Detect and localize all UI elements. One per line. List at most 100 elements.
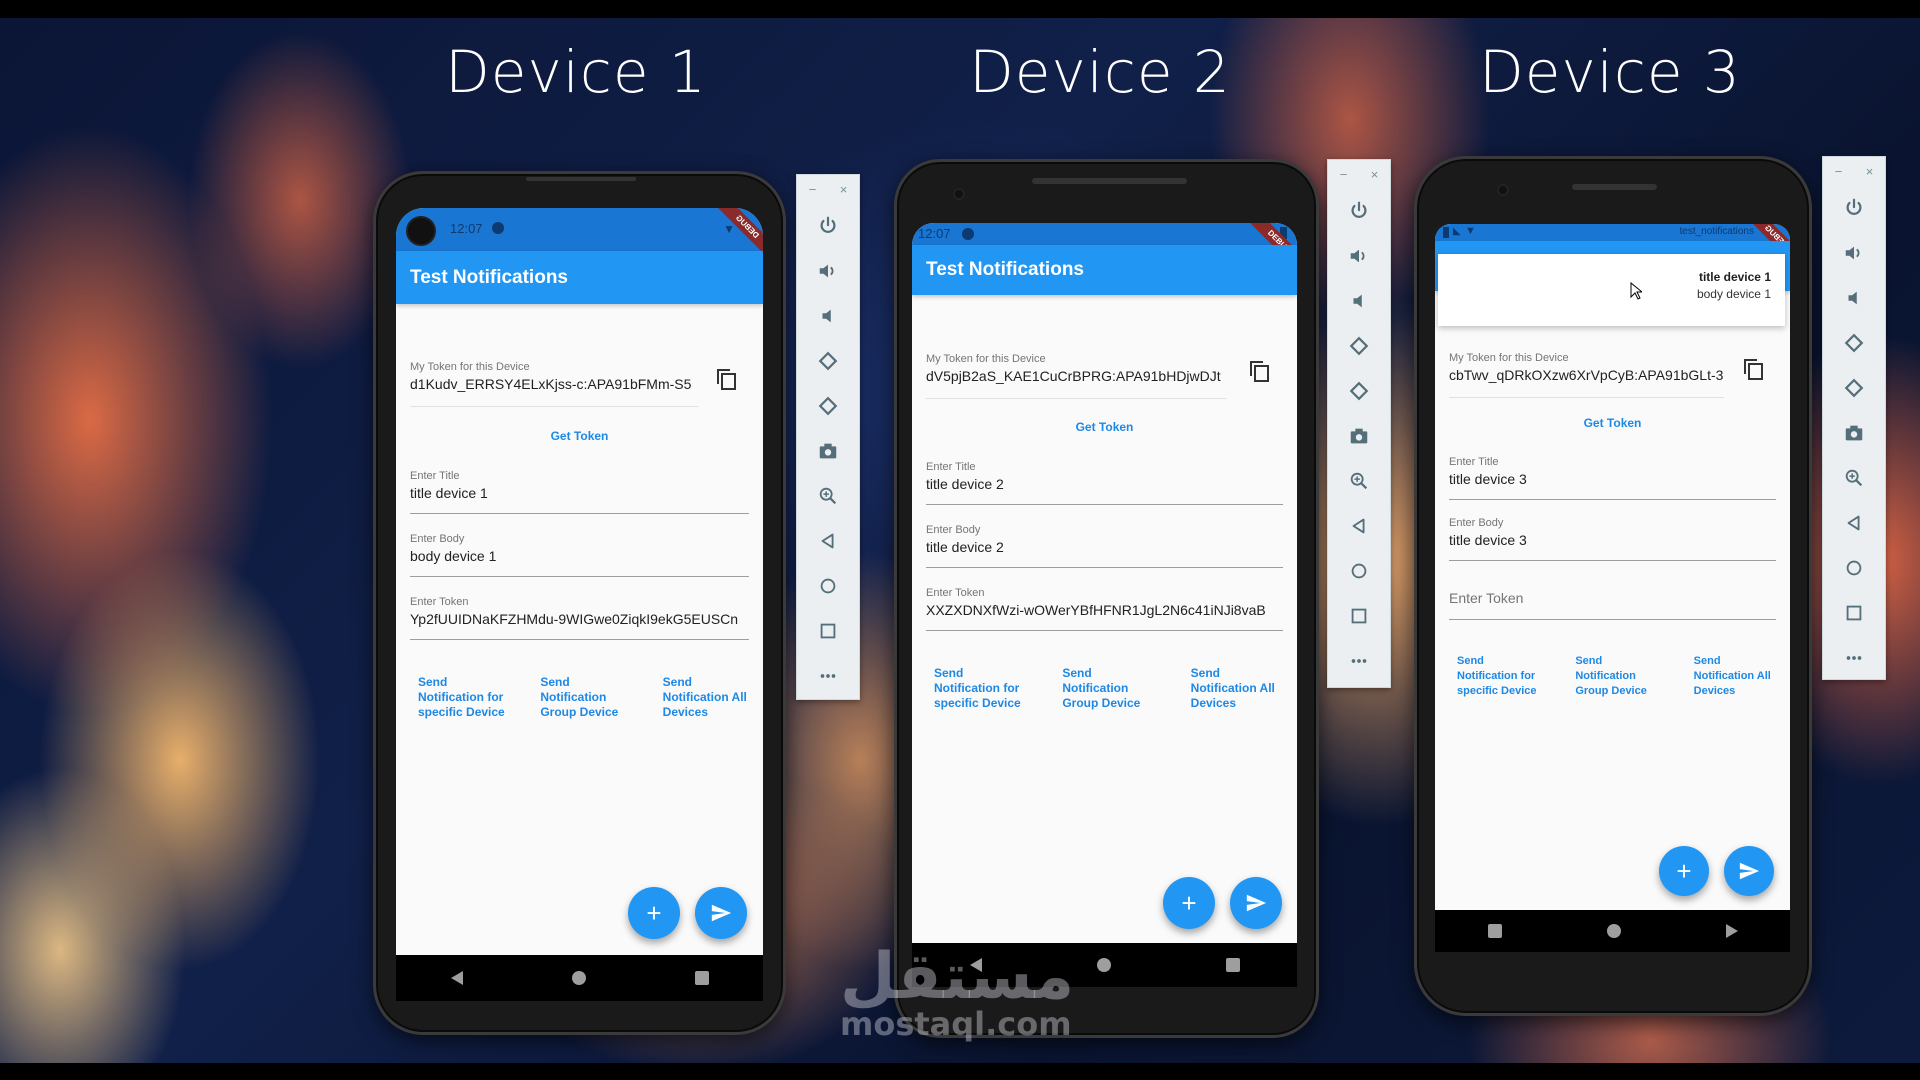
title-input[interactable]: Enter Title title device 1 bbox=[410, 470, 749, 514]
signal-icon: ◣ bbox=[1453, 226, 1461, 237]
send-fab[interactable] bbox=[1724, 846, 1774, 896]
volume-down-icon bbox=[1848, 291, 1857, 304]
minimize-button[interactable]: − bbox=[1835, 164, 1843, 179]
body-input[interactable]: Enter Body body device 1 bbox=[410, 533, 749, 577]
overview-button[interactable] bbox=[1328, 593, 1390, 638]
overview-button[interactable] bbox=[797, 608, 859, 653]
status-app-name: test_notifications bbox=[1679, 226, 1755, 237]
close-button[interactable]: × bbox=[840, 182, 848, 197]
back-icon bbox=[1847, 515, 1860, 530]
heads-up-notification[interactable]: title device 1 body device 1 bbox=[1438, 254, 1785, 326]
nav-back-button[interactable] bbox=[1725, 924, 1738, 938]
token-input[interactable]: Enter Token XXZXDNXfWzi-wOWerYBfHFNR1JgL… bbox=[926, 587, 1283, 631]
rotate-left-button[interactable] bbox=[1823, 320, 1885, 365]
device-1-heading: Device 1 bbox=[445, 38, 707, 106]
nav-recents-button[interactable] bbox=[1487, 924, 1502, 938]
device-3-emulator-toolbar: − × bbox=[1822, 156, 1886, 680]
rotate-right-button[interactable] bbox=[1328, 368, 1390, 413]
get-token-button[interactable]: Get Token bbox=[912, 420, 1297, 434]
add-fab[interactable]: + bbox=[1659, 846, 1709, 896]
home-button[interactable] bbox=[1328, 548, 1390, 593]
nav-home-button[interactable] bbox=[571, 971, 586, 985]
volume-up-button[interactable] bbox=[1328, 233, 1390, 278]
earpiece bbox=[1572, 184, 1657, 190]
power-button[interactable] bbox=[1823, 185, 1885, 230]
volume-down-button[interactable] bbox=[1823, 275, 1885, 320]
camera-button[interactable] bbox=[1328, 413, 1390, 458]
send-group-device-button[interactable]: Send Notification Group Device bbox=[518, 675, 640, 720]
send-group-device-button[interactable]: Send Notification Group Device bbox=[1040, 666, 1168, 711]
my-token-display: My Token for this Device cbTwv_qDRkOXzw6… bbox=[1449, 352, 1724, 398]
title-input-value: title device 3 bbox=[1449, 471, 1527, 487]
plus-icon: + bbox=[1181, 887, 1197, 918]
add-fab[interactable]: + bbox=[1163, 877, 1215, 929]
send-specific-device-button[interactable]: Send Notification for specific Device bbox=[1435, 654, 1553, 699]
nav-recents-button[interactable] bbox=[694, 971, 709, 985]
token-input-value: Yp2fUUIDNaKFZHMdu-9WIGwe0ZiqkI9ekG5EUSCn bbox=[410, 611, 739, 627]
camera-icon bbox=[1845, 425, 1863, 440]
power-button[interactable] bbox=[1328, 188, 1390, 233]
send-specific-device-button[interactable]: Send Notification for specific Device bbox=[912, 666, 1040, 711]
send-specific-device-button[interactable]: Send Notification for specific Device bbox=[396, 675, 518, 720]
send-all-devices-button[interactable]: Send Notification All Devices bbox=[1169, 666, 1297, 711]
add-fab[interactable]: + bbox=[628, 887, 680, 939]
zoom-button[interactable] bbox=[1328, 458, 1390, 503]
overview-button[interactable] bbox=[1823, 590, 1885, 635]
volume-down-button[interactable] bbox=[797, 293, 859, 338]
rotate-left-button[interactable] bbox=[1328, 323, 1390, 368]
home-button[interactable] bbox=[797, 563, 859, 608]
send-all-devices-button[interactable]: Send Notification All Devices bbox=[641, 675, 763, 720]
volume-down-button[interactable] bbox=[1328, 278, 1390, 323]
get-token-button[interactable]: Get Token bbox=[396, 429, 763, 443]
close-button[interactable]: × bbox=[1371, 167, 1379, 182]
get-token-button[interactable]: Get Token bbox=[1435, 416, 1790, 430]
notification-title: title device 1 bbox=[1698, 270, 1771, 284]
token-input[interactable]: Enter Token bbox=[1449, 580, 1776, 620]
close-button[interactable]: × bbox=[1866, 164, 1874, 179]
body-input[interactable]: Enter Body title device 3 bbox=[1449, 517, 1776, 561]
body-input-label: Enter Body bbox=[1449, 517, 1504, 529]
zoom-button[interactable] bbox=[1823, 455, 1885, 500]
body-input[interactable]: Enter Body title device 2 bbox=[926, 524, 1283, 568]
copy-token-button[interactable] bbox=[1744, 359, 1763, 380]
copy-token-button[interactable] bbox=[1250, 361, 1269, 382]
status-bar: 12:07 bbox=[912, 223, 1297, 245]
plus-icon: + bbox=[646, 897, 662, 928]
send-fab[interactable] bbox=[695, 887, 747, 939]
nav-home-button[interactable] bbox=[1606, 924, 1621, 938]
nav-back-button[interactable] bbox=[450, 971, 463, 985]
back-button[interactable] bbox=[797, 518, 859, 563]
title-input[interactable]: Enter Title title device 2 bbox=[926, 461, 1283, 505]
send-group-device-button[interactable]: Send Notification Group Device bbox=[1553, 654, 1671, 699]
my-token-display: My Token for this Device d1Kudv_ERRSY4EL… bbox=[410, 361, 698, 407]
more-button[interactable] bbox=[1823, 635, 1885, 680]
power-button[interactable] bbox=[797, 203, 859, 248]
camera-button[interactable] bbox=[1823, 410, 1885, 455]
minimize-button[interactable]: − bbox=[1340, 167, 1348, 182]
camera-button[interactable] bbox=[797, 428, 859, 473]
zoom-icon bbox=[1845, 469, 1863, 486]
title-input[interactable]: Enter Title title device 3 bbox=[1449, 456, 1776, 500]
nav-recents-button[interactable] bbox=[1225, 958, 1240, 972]
home-button[interactable] bbox=[1823, 545, 1885, 590]
more-button[interactable] bbox=[1328, 638, 1390, 683]
volume-up-button[interactable] bbox=[1823, 230, 1885, 275]
copy-token-button[interactable] bbox=[717, 369, 736, 390]
send-all-devices-button[interactable]: Send Notification All Devices bbox=[1672, 654, 1790, 699]
rotate-left-button[interactable] bbox=[797, 338, 859, 383]
mouse-cursor-icon bbox=[1630, 282, 1642, 300]
volume-up-button[interactable] bbox=[797, 248, 859, 293]
minimize-button[interactable]: − bbox=[809, 182, 817, 197]
token-input[interactable]: Enter Token Yp2fUUIDNaKFZHMdu-9WIGwe0Ziq… bbox=[410, 596, 749, 640]
volume-up-icon bbox=[819, 264, 834, 277]
send-fab[interactable] bbox=[1230, 877, 1282, 929]
back-button[interactable] bbox=[1823, 500, 1885, 545]
rotate-right-button[interactable] bbox=[1823, 365, 1885, 410]
nav-home-button[interactable] bbox=[1096, 958, 1111, 972]
front-camera bbox=[953, 188, 965, 200]
back-button[interactable] bbox=[1328, 503, 1390, 548]
zoom-button[interactable] bbox=[797, 473, 859, 518]
more-button[interactable] bbox=[797, 653, 859, 698]
rotate-right-button[interactable] bbox=[797, 383, 859, 428]
status-time: 12:07 bbox=[450, 221, 483, 236]
